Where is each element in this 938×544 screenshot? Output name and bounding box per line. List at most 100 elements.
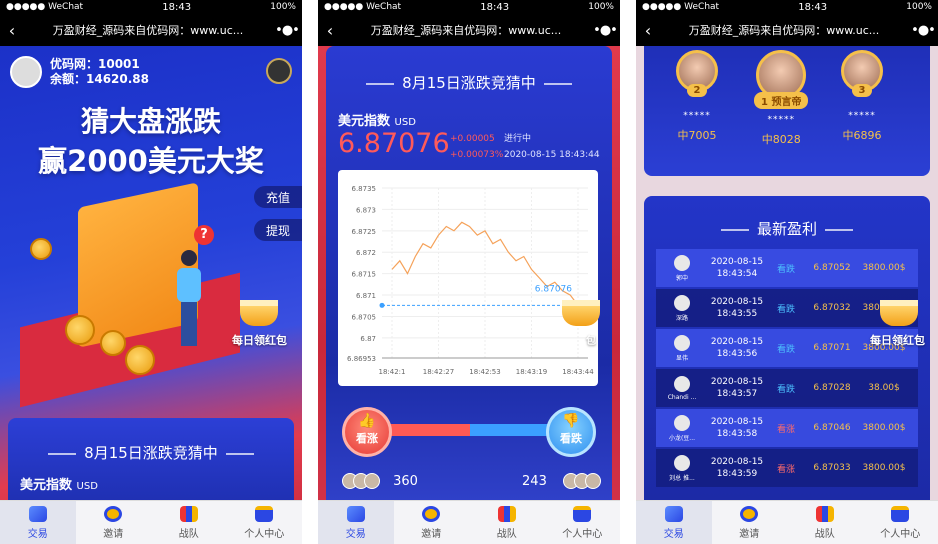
- amount: 38.00$: [868, 383, 900, 393]
- amount: 3800.00$: [862, 463, 906, 473]
- direction: 看跌: [776, 384, 795, 395]
- avatar: [674, 454, 690, 471]
- price: 6.87046: [813, 423, 851, 433]
- red-packet-cup-icon[interactable]: [240, 300, 278, 326]
- tab-team[interactable]: 战队: [469, 501, 545, 544]
- back-icon[interactable]: ‹: [0, 21, 24, 40]
- amount: 3800.00$: [862, 263, 906, 273]
- red-packet-cup-icon[interactable]: [562, 300, 600, 326]
- up-down-control: 👍 看涨 👎 看跌: [342, 407, 596, 457]
- status-bar: ●●●●● WeChat 18:43 100%: [636, 0, 938, 14]
- tab-trade[interactable]: 交易: [318, 501, 394, 544]
- invite-icon: [422, 505, 441, 522]
- tab-team[interactable]: 战队: [787, 501, 863, 544]
- coin-icon: [65, 315, 95, 345]
- music-icon[interactable]: [266, 58, 292, 84]
- invite-icon: [104, 505, 123, 522]
- daily-redpack-label[interactable]: 包: [586, 332, 596, 347]
- recharge-button[interactable]: 充值: [254, 186, 302, 208]
- profile-icon: [255, 505, 274, 522]
- price: 6.87028: [813, 383, 851, 393]
- avatar: [364, 473, 380, 489]
- y-tick-label: 6.8735: [352, 185, 377, 193]
- thumb-up-icon: 👍: [358, 413, 376, 429]
- direction: 看涨: [776, 424, 795, 435]
- avatar: [674, 334, 690, 351]
- tab-trade[interactable]: 交易: [636, 501, 712, 544]
- tab-invite[interactable]: 邀请: [712, 501, 788, 544]
- y-tick-label: 6.8725: [352, 228, 377, 236]
- guess-card[interactable]: 8月15日涨跌竞猜中 美元指数 USD: [8, 418, 294, 508]
- rank-badge: 3: [851, 84, 873, 97]
- current-price-start-point: [379, 302, 385, 308]
- list-item[interactable]: 深路 2020-08-1518:43:55 看跌 6.87032 3800.00…: [656, 289, 918, 327]
- daily-redpack-label[interactable]: 每日领红包: [870, 332, 925, 348]
- red-packet-cup-icon[interactable]: [880, 300, 918, 326]
- direction: 看跌: [776, 344, 795, 355]
- avatar[interactable]: [10, 56, 42, 88]
- list-item[interactable]: 刘总 推... 2020-08-15 18:43:59 看涨 6.87033 38…: [656, 449, 918, 487]
- tab-invite[interactable]: 邀请: [76, 501, 152, 544]
- back-icon[interactable]: ‹: [636, 21, 660, 40]
- tab-trade[interactable]: 交易: [0, 501, 76, 544]
- list-item[interactable]: Chandi ... 2020-08-15 18:43:57 看跌 6.87028…: [656, 369, 918, 407]
- tab-profile[interactable]: 个人中心: [545, 501, 621, 544]
- x-tick-label: 18:43:19: [516, 368, 547, 376]
- clock: 18:43: [798, 1, 828, 13]
- trade-icon: [346, 505, 365, 522]
- tab-invite[interactable]: 邀请: [394, 501, 470, 544]
- headline-guess: 猜大盘涨跌: [80, 105, 221, 138]
- rank-name: 中8028: [761, 133, 801, 146]
- headline-prize: 赢2000美元大奖: [38, 144, 264, 178]
- rank-second[interactable]: 2 ***** 中7005: [676, 50, 718, 143]
- amount: 3800.00$: [862, 423, 906, 433]
- screen-trade-home: ●●●●● WeChat 18:43 100% ‹ 万盈财经_源码来自优码网：w…: [0, 0, 302, 544]
- carrier: ●●●●● WeChat: [6, 2, 84, 12]
- rank-stars: *****: [683, 111, 711, 121]
- more-icon[interactable]: •●•: [272, 23, 302, 38]
- status-bar: ●●●●● WeChat 18:43 100%: [0, 0, 302, 14]
- direction: 看涨: [776, 464, 795, 475]
- rank-name: 中6896: [842, 129, 882, 142]
- withdraw-button[interactable]: 提现: [254, 219, 302, 241]
- team-icon: [815, 505, 834, 522]
- battery: 100%: [588, 2, 614, 12]
- guess-title: 8月15日涨跌竞猜中: [318, 72, 620, 93]
- team-icon: [179, 505, 198, 522]
- rank-badge: 1 预言帝: [754, 92, 809, 109]
- coin-icon: [100, 330, 126, 356]
- list-item[interactable]: 小龙(豆... 2020-08-15 18:43:58 看涨 6.87046 38…: [656, 409, 918, 447]
- back-icon[interactable]: ‹: [318, 21, 342, 40]
- rank-first[interactable]: 1 预言帝 ***** 中8028: [754, 50, 809, 147]
- tab-profile[interactable]: 个人中心: [863, 501, 938, 544]
- avatar: [585, 473, 601, 489]
- battery: 100%: [906, 2, 932, 12]
- rank-third[interactable]: 3 ***** 中6896: [841, 50, 883, 143]
- current-price-label: 6.87076: [535, 284, 572, 294]
- question-icon: ?: [194, 225, 214, 245]
- more-icon[interactable]: •●•: [908, 23, 938, 38]
- tab-bar: 交易 邀请 战队 个人中心: [318, 500, 620, 544]
- current-price: 6.87076: [338, 128, 450, 159]
- team-icon: [497, 505, 516, 522]
- y-tick-label: 6.871: [356, 292, 376, 300]
- price: 6.87032: [813, 303, 851, 313]
- y-tick-label: 6.8715: [352, 271, 377, 279]
- tab-profile[interactable]: 个人中心: [227, 501, 303, 544]
- coin-icon: [30, 238, 52, 260]
- daily-redpack-label[interactable]: 每日领红包: [232, 332, 287, 348]
- bet-up-button[interactable]: 👍 看涨: [342, 407, 392, 457]
- list-item[interactable]: 郭中 2020-08-15 18:43:54 看跌 6.87052 3800.00…: [656, 249, 918, 287]
- battery: 100%: [270, 2, 296, 12]
- person-illustration: [175, 250, 203, 350]
- direction: 看跌: [776, 264, 795, 275]
- avatar: [674, 414, 690, 431]
- more-icon[interactable]: •●•: [590, 23, 620, 38]
- tab-team[interactable]: 战队: [151, 501, 227, 544]
- thumb-down-icon: 👎: [562, 413, 580, 429]
- bet-counts: 360 243: [342, 470, 601, 492]
- bet-down-button[interactable]: 👎 看跌: [546, 407, 596, 457]
- latest-profit-title: 最新盈利: [636, 218, 938, 239]
- price: 6.87033: [813, 463, 851, 473]
- nav-title: 万盈财经_源码来自优码网：www.uc...: [52, 24, 244, 37]
